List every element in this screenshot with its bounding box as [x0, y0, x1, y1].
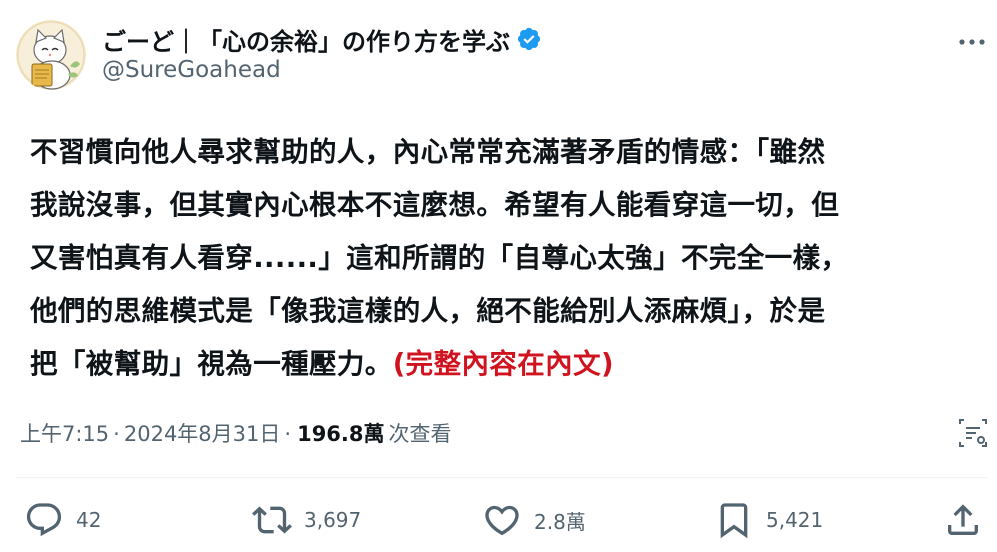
bookmark-count: 5,421 [766, 508, 824, 532]
tweet-time[interactable]: 上午7:15 [20, 418, 109, 448]
tweet-text-line: 我說沒事，但其實內心根本不這麼想。希望有人能看穿這一切，但 [30, 189, 840, 221]
user-handle[interactable]: @SureGoahead [102, 57, 281, 83]
tweet-text-line: 他們的思維模式是「像我這樣的人，絕不能給別人添麻煩」，於是 [30, 295, 826, 327]
share-button[interactable] [943, 500, 983, 540]
display-name-row[interactable]: ごーど｜「心の余裕」の作り方を学ぶ [102, 22, 542, 56]
more-options-button[interactable] [954, 24, 990, 60]
read-more-link[interactable]: (完整內容在內文) [393, 348, 614, 380]
bookmark-icon [720, 503, 748, 539]
cat-avatar-icon [16, 20, 86, 90]
reply-count: 42 [76, 508, 102, 532]
display-name[interactable]: ごーど｜「心の余裕」の作り方を学ぶ [102, 22, 510, 57]
tweet-text-line: 把「被幫助」視為一種壓力。 [30, 348, 393, 380]
heart-icon [485, 505, 519, 536]
divider [16, 477, 987, 478]
repost-icon [252, 506, 292, 534]
tweet-text-line-last: 把「被幫助」視為一種壓力。(完整內容在內文) [30, 338, 970, 391]
grok-summary-icon [959, 419, 987, 447]
meta-separator: · [113, 422, 120, 446]
repost-count: 3,697 [304, 508, 362, 532]
verified-badge-icon [517, 27, 541, 51]
like-count: 2.8萬 [534, 509, 586, 534]
views-label: 次查看 [388, 422, 452, 446]
tweet: ごーど｜「心の余裕」の作り方を学ぶ @SureGoahead 不習慣向他人尋求幫… [0, 0, 997, 552]
meta-separator: · [284, 422, 292, 446]
tweet-text-line: 不習慣向他人尋求幫助的人，內心常常充滿著矛盾的情感：「雖然 [30, 136, 826, 168]
reply-button[interactable]: 42 [24, 500, 101, 540]
tweet-meta: 上午7:15 · 2024年8月31日 · 196.8萬 次查看 [20, 418, 452, 448]
tweet-text-line: 又害怕真有人看穿......」這和所謂的「自尊心太強」不完全一樣， [30, 242, 849, 274]
tweet-text: 不習慣向他人尋求幫助的人，內心常常充滿著矛盾的情感：「雖然 我說沒事，但其實內心… [30, 126, 970, 391]
like-button[interactable]: 2.8萬 [482, 500, 586, 540]
more-dots-icon [959, 39, 985, 45]
bookmark-button[interactable]: 5,421 [714, 500, 823, 540]
views-count: 196.8萬 [297, 422, 385, 446]
avatar[interactable] [16, 20, 86, 90]
share-icon [948, 504, 978, 535]
grok-summary-button[interactable] [956, 416, 990, 450]
reply-icon [26, 503, 62, 537]
repost-button[interactable]: 3,697 [252, 500, 361, 540]
tweet-date[interactable]: 2024年8月31日 [124, 418, 281, 448]
